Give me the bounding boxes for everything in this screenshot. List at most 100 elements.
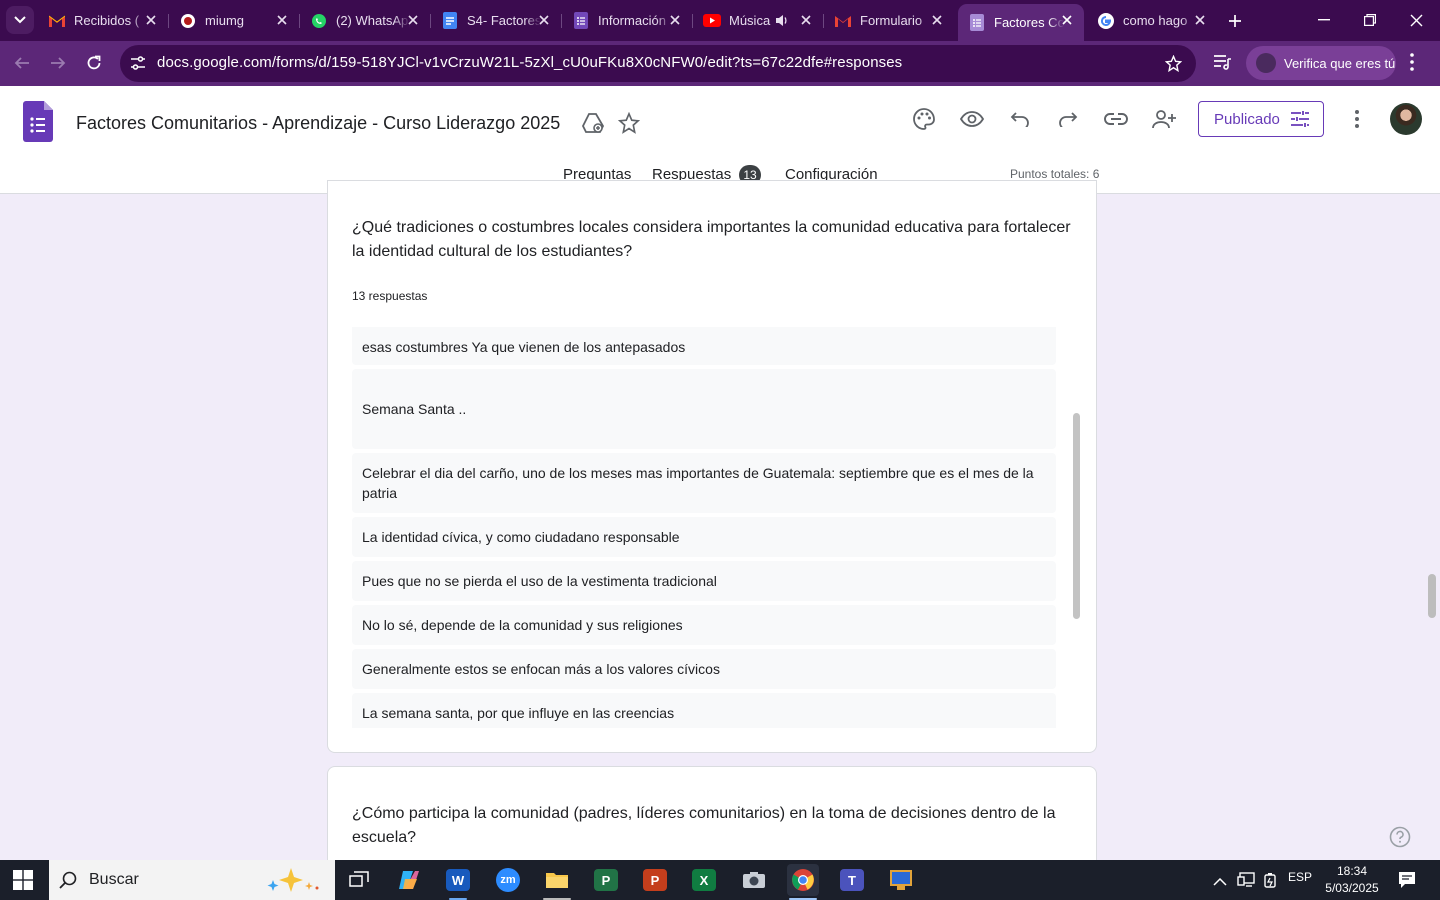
tab-search-chevron-icon[interactable] — [6, 6, 34, 34]
camera-app-icon[interactable] — [738, 864, 770, 896]
more-options-dots-icon[interactable] — [1355, 110, 1359, 133]
close-icon[interactable] — [144, 13, 158, 27]
close-icon[interactable] — [537, 13, 551, 27]
browser-tab-whatsapp[interactable]: (2) WhatsApp — [300, 6, 431, 35]
profile-shield-icon — [1256, 53, 1276, 73]
close-icon[interactable] — [1193, 13, 1207, 27]
youtube-icon — [703, 12, 721, 30]
google-forms-logo-icon[interactable] — [23, 101, 53, 147]
responses-list[interactable]: esas costumbres Ya que vienen de los ant… — [328, 327, 1096, 728]
close-icon[interactable] — [668, 13, 682, 27]
browser-tab-musica[interactable]: Música — [693, 6, 824, 35]
gmail-icon — [834, 12, 852, 30]
new-tab-plus-icon[interactable] — [1222, 8, 1248, 34]
verify-identity-button[interactable]: Verifica que eres tú — [1246, 46, 1396, 80]
reload-icon[interactable] — [80, 49, 108, 77]
speaker-audio-icon[interactable] — [775, 14, 789, 30]
excel-app-icon[interactable]: X — [688, 864, 720, 896]
publish-settings-icon — [1291, 111, 1309, 131]
chevron-up-icon[interactable] — [1213, 873, 1227, 891]
avatar[interactable] — [1390, 103, 1422, 135]
forms-icon — [572, 12, 590, 30]
browser-menu-dots-icon[interactable] — [1410, 53, 1414, 76]
tab-title: como hago — [1123, 13, 1188, 28]
tab-title: Información — [598, 13, 666, 28]
task-view-icon[interactable] — [343, 864, 375, 896]
tab-title: S4- Factores — [467, 13, 541, 28]
taskbar-search-box[interactable]: Buscar — [49, 860, 335, 900]
system-clock[interactable]: 18:34 5/03/2025 — [1318, 863, 1386, 897]
google-icon — [1097, 12, 1115, 30]
battery-icon[interactable] — [1263, 872, 1277, 893]
palette-icon[interactable] — [908, 103, 940, 135]
close-icon[interactable] — [275, 13, 289, 27]
search-icon — [59, 871, 77, 889]
network-icon[interactable] — [1237, 872, 1255, 893]
windows-start-icon[interactable] — [13, 870, 33, 895]
copilot-sparkle-icon — [263, 866, 327, 899]
list-item: La semana santa, por que influye en las … — [352, 693, 1056, 728]
close-icon[interactable] — [930, 13, 944, 27]
whatsapp-icon — [310, 12, 328, 30]
published-label: Publicado — [1214, 110, 1280, 128]
site-settings-icon[interactable] — [130, 55, 146, 76]
browser-tab-docs[interactable]: S4- Factores — [431, 6, 562, 35]
docs-icon — [441, 12, 459, 30]
tab-title: (2) WhatsApp — [336, 13, 410, 28]
windows-taskbar: Buscar W zm P P X T ESP 18:34 5/03/2025 — [0, 860, 1440, 900]
file-explorer-icon[interactable] — [541, 864, 573, 900]
browser-tab-formulario[interactable]: Formulario — [824, 6, 954, 35]
browser-tab-miumg[interactable]: miumg — [169, 6, 300, 35]
project-app-icon[interactable]: P — [590, 864, 622, 896]
browser-tab-factores-active[interactable]: Factores Co — [958, 4, 1084, 41]
notifications-icon[interactable] — [1398, 871, 1416, 894]
minimize-window-icon[interactable] — [1301, 0, 1347, 40]
responses-scrollbar[interactable] — [1073, 413, 1080, 619]
browser-tab-gmail-inbox[interactable]: Recibidos ( — [38, 6, 169, 35]
search-label: Buscar — [89, 871, 139, 888]
url-text[interactable]: docs.google.com/forms/d/159-518YJCl-v1vC… — [157, 54, 902, 71]
word-app-icon[interactable]: W — [442, 864, 474, 900]
response-count: 13 respuestas — [352, 289, 428, 303]
media-control-icon[interactable] — [1213, 53, 1233, 76]
browser-tab-google-search[interactable]: como hago — [1087, 6, 1217, 35]
close-icon[interactable] — [1060, 13, 1074, 27]
list-item: Semana Santa .. — [352, 369, 1056, 449]
chrome-app-icon[interactable] — [787, 864, 819, 900]
copilot-app-icon[interactable] — [393, 864, 425, 896]
zoom-app-icon[interactable]: zm — [492, 864, 524, 896]
bookmark-star-icon[interactable] — [1164, 54, 1183, 77]
add-collaborator-icon[interactable] — [1148, 103, 1180, 135]
list-item: esas costumbres Ya que vienen de los ant… — [352, 327, 1056, 365]
remote-desktop-app-icon[interactable] — [885, 864, 917, 896]
move-to-drive-icon[interactable] — [577, 107, 609, 139]
language-indicator[interactable]: ESP — [1288, 870, 1312, 884]
redo-icon[interactable] — [1052, 103, 1084, 135]
close-window-icon[interactable] — [1393, 0, 1439, 40]
clock-time: 18:34 — [1336, 864, 1368, 878]
total-points: Puntos totales: 6 — [1010, 167, 1100, 181]
close-icon[interactable] — [406, 13, 420, 27]
form-title[interactable]: Factores Comunitarios - Aprendizaje - Cu… — [76, 113, 560, 134]
question-title: ¿Cómo participa la comunidad (padres, lí… — [352, 805, 1056, 846]
copy-link-icon[interactable] — [1100, 103, 1132, 135]
tab-title: Formulario — [860, 13, 923, 28]
restore-window-icon[interactable] — [1347, 0, 1393, 40]
verify-label: Verifica que eres tú — [1284, 55, 1396, 71]
teams-app-icon[interactable]: T — [836, 864, 868, 896]
published-button[interactable]: Publicado — [1198, 101, 1324, 137]
forms-header: Factores Comunitarios - Aprendizaje - Cu… — [0, 86, 1440, 194]
back-arrow-icon[interactable] — [8, 49, 36, 77]
star-icon[interactable] — [613, 107, 645, 139]
browser-tab-informacion[interactable]: Información — [562, 6, 693, 35]
forward-arrow-icon[interactable] — [44, 49, 72, 77]
tab-title: Recibidos ( — [74, 13, 140, 28]
list-item: La identidad cívica, y como ciudadano re… — [352, 517, 1056, 557]
gmail-icon — [48, 12, 66, 30]
page-scrollbar[interactable] — [1428, 574, 1436, 618]
powerpoint-app-icon[interactable]: P — [639, 864, 671, 896]
help-icon[interactable] — [1389, 826, 1411, 848]
preview-eye-icon[interactable] — [956, 103, 988, 135]
undo-icon[interactable] — [1004, 103, 1036, 135]
close-icon[interactable] — [799, 13, 813, 27]
